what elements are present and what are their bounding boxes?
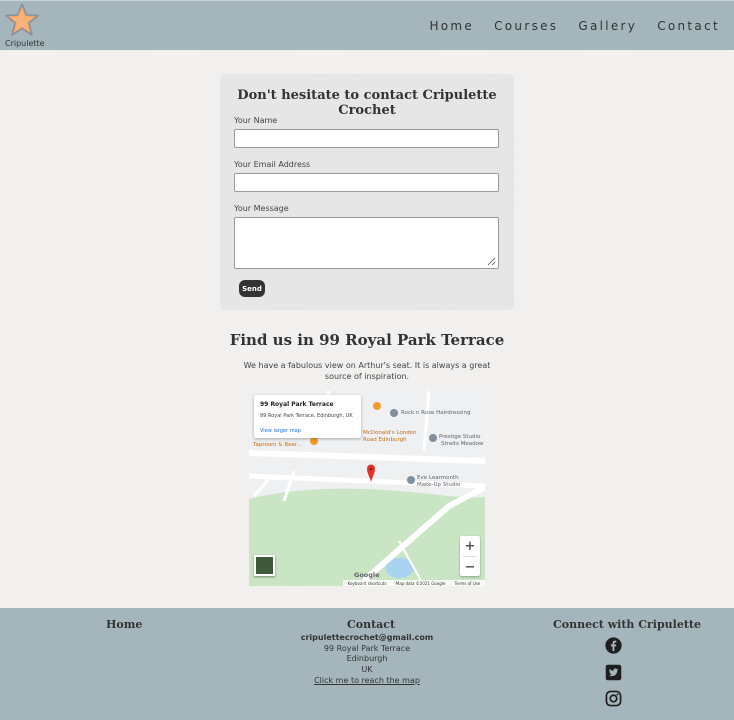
google-map[interactable]: Rock n Rose Hairdressing McDonald's Lond… [249, 391, 485, 586]
footer-contact-title: Contact [347, 618, 396, 631]
facebook-icon[interactable] [605, 637, 622, 654]
message-textarea[interactable] [234, 217, 499, 269]
map-label: Taproom & Beer... [253, 442, 302, 448]
footer-connect-title: Connect with Cripulette [553, 618, 702, 631]
map-attribution: Keyboard shortcuts Map data ©2021 Google… [343, 580, 485, 586]
view-larger-map-link[interactable]: View larger map [260, 428, 301, 434]
nav-courses[interactable]: Courses [494, 19, 558, 33]
instagram-icon[interactable] [605, 690, 622, 707]
email-input[interactable] [234, 173, 499, 192]
twitter-icon[interactable] [605, 664, 622, 681]
site-header: Cripulette Home Courses Gallery Contact [0, 0, 734, 50]
nav-gallery[interactable]: Gallery [578, 19, 637, 33]
brand-name: Cripulette [5, 39, 45, 48]
footer-contact-info: cripulettecrochet@gmail.com 99 Royal Par… [267, 633, 467, 687]
footer-home-link[interactable]: Home [106, 618, 142, 631]
send-button[interactable]: Send [239, 280, 265, 297]
zoom-in-button[interactable]: + [460, 536, 480, 556]
google-logo: Google [354, 571, 380, 579]
map-label: Rock n Rose Hairdressing [401, 410, 471, 416]
footer-map-link[interactable]: Click me to reach the map [267, 676, 467, 687]
footer-address-line: 99 Royal Park Terrace [323, 643, 411, 653]
nav-contact[interactable]: Contact [657, 19, 720, 33]
name-input[interactable] [234, 129, 499, 148]
zoom-out-button[interactable]: − [460, 557, 480, 577]
map-label: Road Edinburgh [363, 437, 407, 443]
find-us-text: We have a fabulous view on Arthur's seat… [243, 361, 491, 381]
main-nav: Home Courses Gallery Contact [409, 19, 720, 33]
map-label: Prestige Studio [439, 434, 481, 440]
zoom-controls: + − [460, 536, 480, 576]
name-label: Your Name [234, 116, 278, 125]
brand-logo[interactable]: Cripulette [3, 3, 45, 49]
message-label: Your Message [234, 204, 289, 213]
map-label: Make-Up Studio [417, 482, 461, 488]
satellite-toggle[interactable] [254, 555, 275, 576]
nav-home[interactable]: Home [429, 19, 474, 33]
form-title: Don't hesitate to contact Cripulette Cro… [237, 88, 497, 118]
star-logo-icon [5, 3, 39, 36]
map-data-text: Map data ©2021 Google [395, 580, 446, 586]
keyboard-shortcuts-link[interactable]: Keyboard shortcuts [348, 581, 387, 586]
map-label: Eve Learmonth [417, 475, 459, 481]
place-title: 99 Royal Park Terrace [260, 401, 334, 408]
terms-link[interactable]: Terms of Use [455, 581, 481, 586]
find-us-title: Find us in 99 Royal Park Terrace [229, 331, 505, 349]
place-info-card: 99 Royal Park Terrace 99 Royal Park Terr… [254, 395, 361, 438]
site-footer: Home Contact cripulettecrochet@gmail.com… [0, 608, 734, 720]
contact-form: Don't hesitate to contact Cripulette Cro… [220, 74, 514, 310]
map-label: Straits Meadow [441, 441, 484, 447]
map-label: McDonald's London [363, 430, 417, 436]
resize-grip-icon[interactable] [486, 256, 496, 266]
footer-email[interactable]: cripulettecrochet@gmail.com [267, 633, 467, 644]
email-label: Your Email Address [234, 160, 311, 169]
footer-address-line: UK [361, 664, 373, 674]
footer-address-line: Edinburgh [346, 654, 388, 663]
place-address: 99 Royal Park Terrace, Edinburgh, UK [260, 413, 353, 419]
